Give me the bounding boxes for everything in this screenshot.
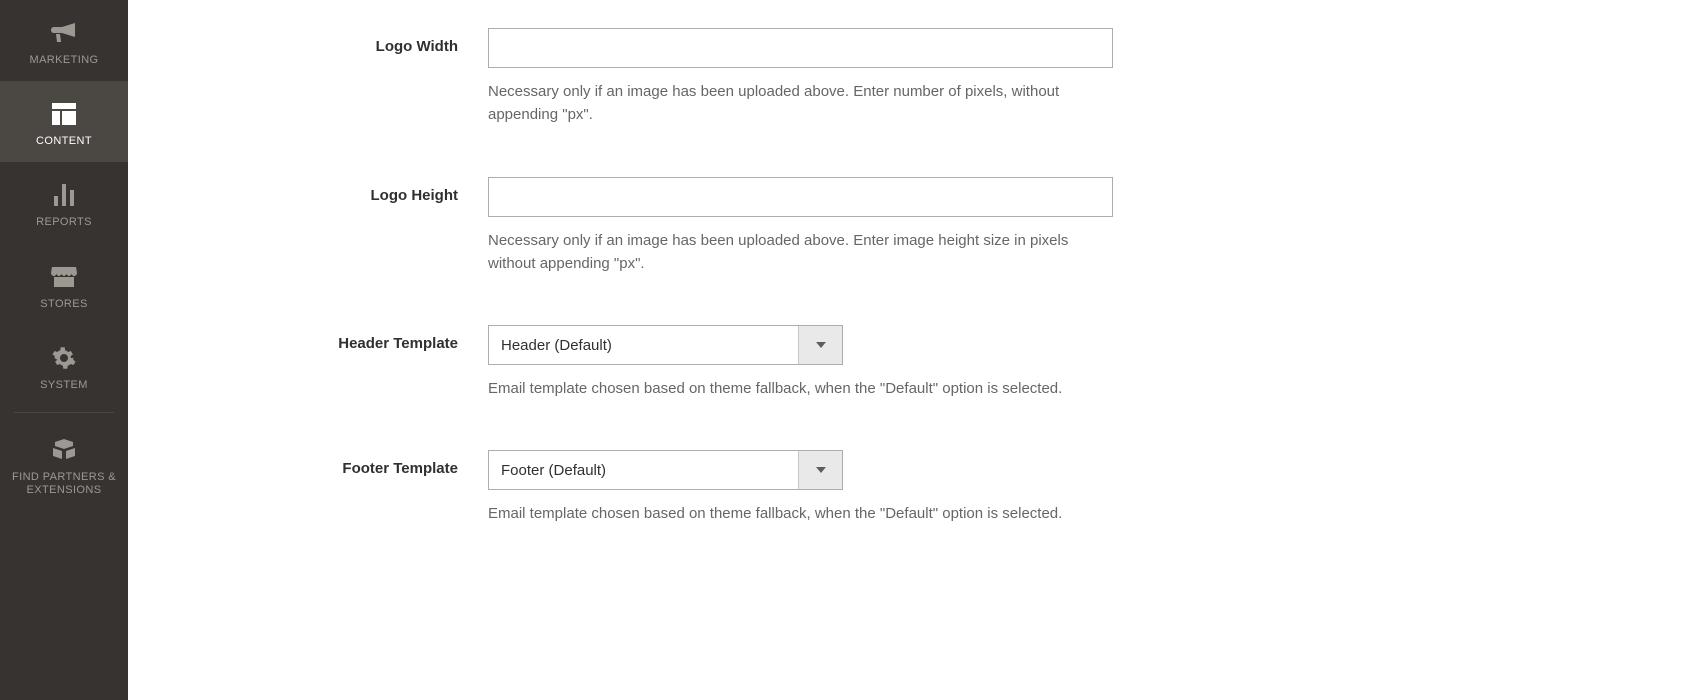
field-control: Necessary only if an image has been uplo… (488, 177, 1128, 276)
sidebar-item-label: STORES (4, 298, 124, 311)
sidebar-item-label: MARKETING (4, 54, 124, 67)
field-label: Logo Height (128, 177, 488, 204)
sidebar-item-label: CONTENT (4, 135, 124, 148)
field-control: Footer (Default) Email template chosen b… (488, 450, 1128, 525)
chevron-down-icon (798, 326, 842, 364)
field-control: Necessary only if an image has been uplo… (488, 28, 1128, 127)
sidebar-separator (14, 412, 114, 413)
blocks-icon (4, 435, 124, 465)
sidebar-item-content[interactable]: CONTENT (0, 81, 128, 162)
storefront-icon (4, 262, 124, 292)
logo-height-input[interactable] (488, 177, 1113, 217)
admin-sidebar: MARKETING CONTENT REPORTS STORES SYSTEM … (0, 0, 128, 700)
sidebar-item-marketing[interactable]: MARKETING (0, 0, 128, 81)
field-row-footer-template: Footer Template Footer (Default) Email t… (128, 450, 1690, 525)
field-label: Footer Template (128, 450, 488, 477)
layout-icon (4, 99, 124, 129)
bar-chart-icon (4, 180, 124, 210)
field-label: Header Template (128, 325, 488, 352)
sidebar-item-system[interactable]: SYSTEM (0, 325, 128, 406)
field-help: Email template chosen based on theme fal… (488, 377, 1108, 400)
sidebar-item-stores[interactable]: STORES (0, 244, 128, 325)
config-form: Logo Width Necessary only if an image ha… (128, 0, 1690, 526)
field-row-header-template: Header Template Header (Default) Email t… (128, 325, 1690, 400)
sidebar-item-label: REPORTS (4, 216, 124, 229)
field-row-logo-width: Logo Width Necessary only if an image ha… (128, 28, 1690, 127)
field-row-logo-height: Logo Height Necessary only if an image h… (128, 177, 1690, 276)
gear-icon (4, 343, 124, 373)
field-help: Necessary only if an image has been uplo… (488, 80, 1108, 127)
field-label: Logo Width (128, 28, 488, 55)
footer-template-select[interactable]: Footer (Default) (488, 450, 843, 490)
header-template-select[interactable]: Header (Default) (488, 325, 843, 365)
select-value: Footer (Default) (489, 462, 798, 479)
field-help: Necessary only if an image has been uplo… (488, 229, 1108, 276)
sidebar-item-label: FIND PARTNERS & EXTENSIONS (4, 471, 124, 497)
sidebar-item-reports[interactable]: REPORTS (0, 162, 128, 243)
logo-width-input[interactable] (488, 28, 1113, 68)
sidebar-item-label: SYSTEM (4, 379, 124, 392)
field-control: Header (Default) Email template chosen b… (488, 325, 1128, 400)
select-value: Header (Default) (489, 337, 798, 354)
chevron-down-icon (798, 451, 842, 489)
megaphone-icon (4, 18, 124, 48)
sidebar-item-find-partners[interactable]: FIND PARTNERS & EXTENSIONS (0, 417, 128, 511)
field-help: Email template chosen based on theme fal… (488, 502, 1108, 525)
